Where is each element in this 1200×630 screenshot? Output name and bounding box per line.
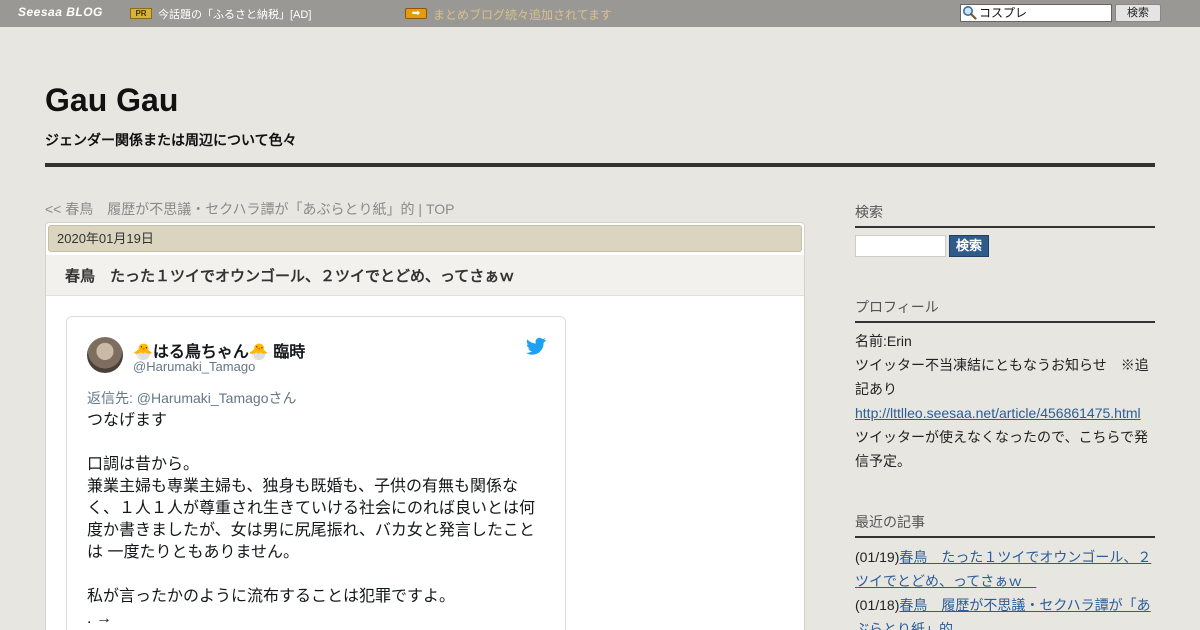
tweet-reply-to[interactable]: 返信先: @Harumaki_Tamagoさん: [87, 388, 297, 408]
search-icon: [963, 6, 977, 20]
article: 2020年01月19日 春鳥 たった１ツイでオウンゴール、２ツイでとどめ、ってさ…: [45, 222, 805, 630]
recent-article-link[interactable]: 春鳥 たった１ツイでオウンゴール、２ツイでとどめ、ってさぁｗ: [855, 549, 1151, 589]
top-link[interactable]: TOP: [426, 201, 455, 217]
recent-articles-list: (01/19)春鳥 たった１ツイでオウンゴール、２ツイでとどめ、ってさぁｗ (0…: [855, 545, 1155, 630]
recent-date: (01/18): [855, 597, 900, 613]
profile-name: 名前:Erin: [855, 333, 912, 349]
header-divider: [45, 163, 1155, 167]
seesaa-topbar: Seesaa BLOG PR 今話題の「ふるさと納税」[AD] ➡ まとめブログ…: [0, 0, 1200, 27]
article-date: 2020年01月19日: [48, 225, 802, 252]
twitter-bird-icon[interactable]: [526, 337, 546, 355]
arrow-right-icon: ➡: [405, 8, 427, 19]
sidebar-recent-heading: 最近の記事: [855, 512, 1155, 538]
profile-notice: ツイッター不当凍結にともなうお知らせ ※追記あり: [855, 357, 1149, 397]
recent-date: (01/19): [855, 549, 900, 565]
top-search-input[interactable]: コスプレ: [960, 4, 1112, 22]
tweet-body: つなげます 口調は昔から。 兼業主婦も専業主婦も、独身も既婚も、子供の有無も関係…: [87, 410, 547, 630]
pr-ad-link[interactable]: 今話題の「ふるさと納税」[AD]: [158, 6, 311, 22]
profile-section: 名前:Erin ツイッター不当凍結にともなうお知らせ ※追記あり http://…: [855, 329, 1155, 473]
avatar[interactable]: [87, 337, 123, 373]
recent-article-link[interactable]: 春鳥 履歴が不思議・セクハラ譚が「あぶらとり紙」的: [855, 597, 1151, 630]
tweet-author-handle[interactable]: @Harumaki_Tamago: [133, 359, 255, 374]
breadcrumb-separator: |: [414, 201, 426, 217]
tweet-line: 口調は昔から。: [87, 456, 200, 473]
blog-title[interactable]: Gau Gau: [45, 82, 178, 119]
breadcrumb: << 春鳥 履歴が不思議・セクハラ譚が「あぶらとり紙」的 | TOP: [45, 199, 455, 219]
sidebar-search-input[interactable]: [855, 235, 946, 257]
article-title[interactable]: 春鳥 たった１ツイでオウンゴール、２ツイでとどめ、ってさぁｗ: [65, 265, 514, 286]
top-search-button[interactable]: 検索: [1115, 4, 1161, 22]
pr-badge: PR: [130, 8, 152, 19]
list-item: (01/19)春鳥 たった１ツイでオウンゴール、２ツイでとどめ、ってさぁｗ: [855, 545, 1155, 593]
seesaa-blog-logo[interactable]: Seesaa BLOG: [18, 5, 103, 19]
tweet-line: . →: [87, 610, 112, 627]
profile-link[interactable]: http://lttlleo.seesaa.net/article/456861…: [855, 405, 1141, 421]
embedded-tweet[interactable]: 🐣はる鳥ちゃん🐣 臨時 @Harumaki_Tamago 返信先: @Harum…: [66, 316, 566, 630]
sidebar-profile-heading: プロフィール: [855, 297, 1155, 323]
prev-article-link[interactable]: << 春鳥 履歴が不思議・セクハラ譚が「あぶらとり紙」的: [45, 201, 415, 217]
profile-note: ツイッターが使えなくなったので、こちらで発信予定。: [855, 429, 1149, 469]
tweet-line: 私が言ったかのように流布することは犯罪ですよ。: [87, 588, 456, 605]
notice-link[interactable]: まとめブログ続々追加されてます: [433, 6, 612, 23]
tweet-line: 兼業主婦も専業主婦も、独身も既婚も、子供の有無も関係なく、１人１人が尊重され生き…: [87, 478, 536, 561]
sidebar-search-heading: 検索: [855, 202, 1155, 228]
tweet-line: つなげます: [87, 412, 168, 429]
blog-description: ジェンダー関係または周辺について色々: [45, 132, 297, 148]
article-title-band: 春鳥 たった１ツイでオウンゴール、２ツイでとどめ、ってさぁｗ: [46, 255, 804, 296]
list-item: (01/18)春鳥 履歴が不思議・セクハラ譚が「あぶらとり紙」的: [855, 593, 1155, 630]
sidebar-search-button[interactable]: 検索: [949, 235, 989, 257]
